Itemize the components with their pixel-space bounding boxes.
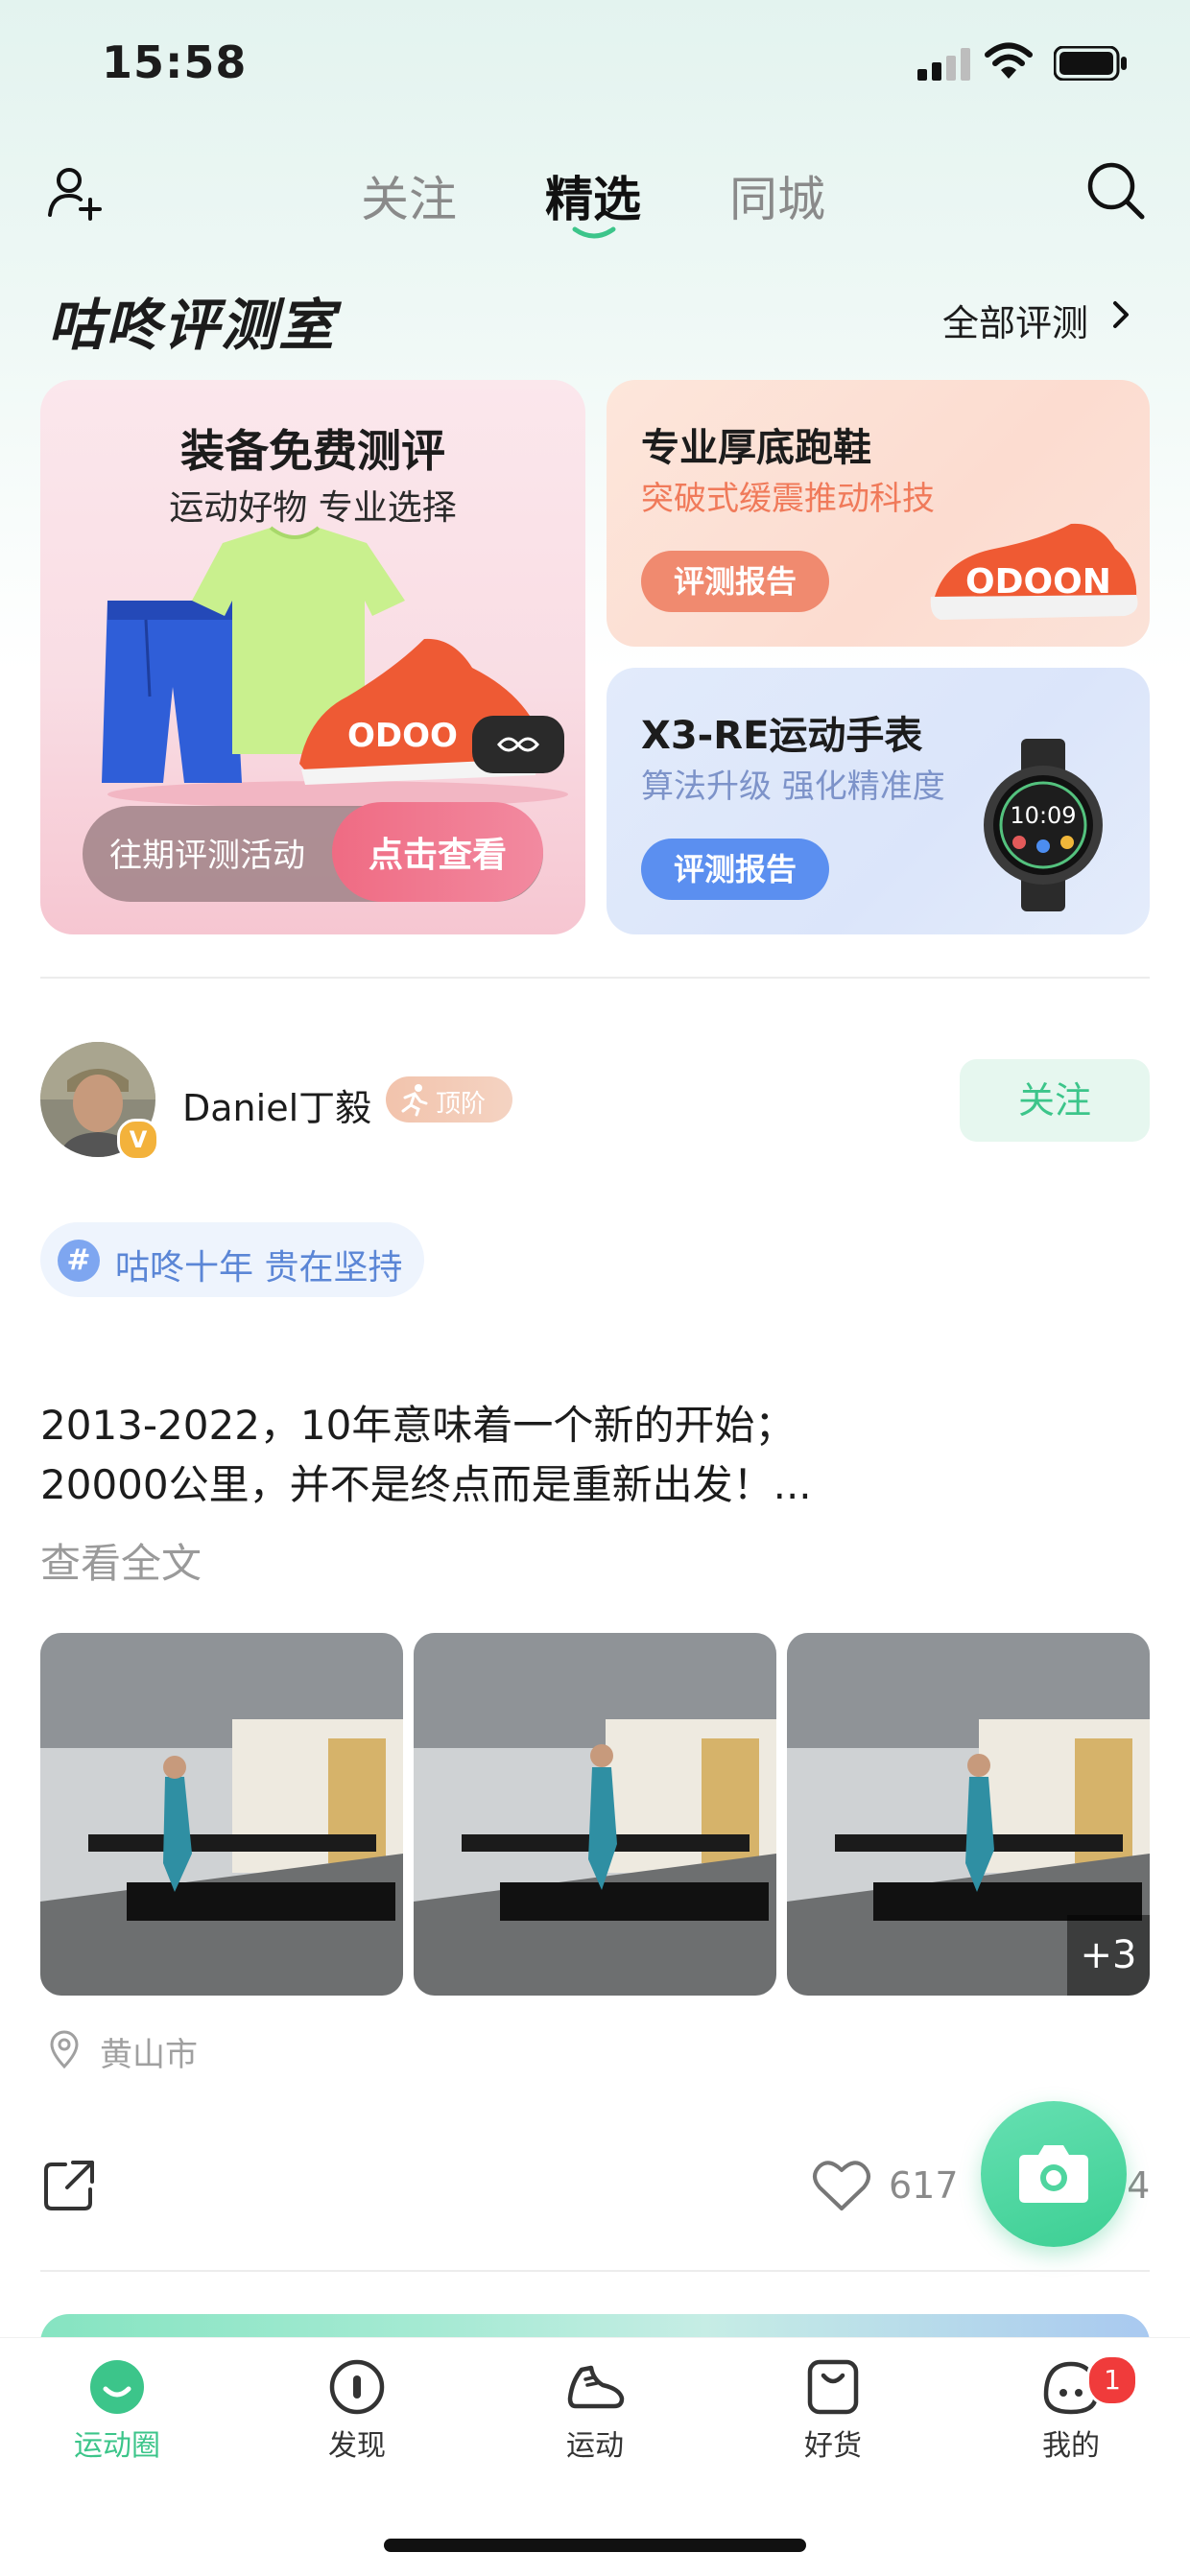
active-tab-indicator xyxy=(572,226,616,239)
view-now-label[interactable]: 点击查看 xyxy=(332,827,543,877)
tab-discover[interactable]: 发现 xyxy=(280,2356,434,2463)
section-divider xyxy=(40,977,1150,979)
card-subtitle: 突破式缓震推动科技 xyxy=(641,480,935,518)
review-report-button[interactable]: 评测报告 xyxy=(641,551,829,612)
like-count: 617 xyxy=(889,2164,959,2207)
topic-label[interactable]: 咕咚十年 贵在坚持 xyxy=(115,1240,402,1289)
camera-fab-button[interactable] xyxy=(981,2101,1127,2247)
tab-goods[interactable]: 好货 xyxy=(756,2356,910,2463)
tab-label: 我的 xyxy=(1042,2429,1100,2463)
svg-text:ODOON: ODOON xyxy=(965,562,1111,602)
sports-watch-review-card[interactable]: X3-RE运动手表 算法升级 强化精准度 评测报告 10:09 xyxy=(607,668,1150,934)
hashtag-icon: # xyxy=(58,1240,100,1282)
top-navigation: 关注 精选 同城 xyxy=(0,144,1190,259)
running-shoe-review-card[interactable]: 专业厚底跑鞋 突破式缓震推动科技 评测报告 ODOON xyxy=(607,380,1150,647)
card-subtitle: 算法升级 强化精准度 xyxy=(641,768,945,806)
tab-label: 发现 xyxy=(328,2429,386,2463)
card-title: X3-RE运动手表 xyxy=(641,714,923,758)
home-indicator[interactable] xyxy=(384,2539,806,2552)
username[interactable]: Daniel丁毅 xyxy=(182,1078,371,1131)
discover-icon xyxy=(329,2359,385,2415)
tab-following[interactable]: 关注 xyxy=(361,161,457,230)
verified-badge: V xyxy=(117,1119,159,1161)
sports-gear-illustration: ODOO xyxy=(102,526,568,808)
location-pin-icon xyxy=(50,2030,79,2068)
wifi-icon xyxy=(985,42,1033,79)
search-icon[interactable] xyxy=(1083,157,1148,223)
battery-icon xyxy=(1054,46,1127,81)
review-report-button[interactable]: 评测报告 xyxy=(641,839,829,900)
tab-featured[interactable]: 精选 xyxy=(545,161,641,230)
running-shoe-image: ODOON xyxy=(930,523,1138,620)
sport-circle-icon xyxy=(90,2360,144,2414)
cellular-signal-icon xyxy=(917,48,970,81)
camera-icon xyxy=(1019,2145,1088,2203)
post-text-line: 20000公里，并不是终点而是重新出发！... xyxy=(40,1461,812,1508)
past-activities-label[interactable]: 往期评测活动 xyxy=(109,829,305,876)
card-title: 装备免费测评 xyxy=(180,425,445,477)
post-divider xyxy=(40,2270,1150,2272)
status-time: 15:58 xyxy=(102,36,248,88)
notification-badge: 1 xyxy=(1086,2354,1138,2406)
svg-text:ODOO: ODOO xyxy=(347,717,458,755)
status-bar: 15:58 xyxy=(0,0,1190,134)
card-title: 专业厚底跑鞋 xyxy=(641,426,871,470)
share-icon[interactable] xyxy=(42,2159,96,2212)
follow-button[interactable]: 关注 xyxy=(960,1059,1150,1142)
tab-sport-circle[interactable]: 运动圈 xyxy=(40,2356,194,2463)
card-subtitle: 运动好物 专业选择 xyxy=(169,488,457,528)
section-title: 咕咚评测室 xyxy=(48,293,337,358)
more-photos-count[interactable]: +3 xyxy=(1067,1915,1150,1996)
level-text: 顶阶 xyxy=(436,1090,487,1119)
tab-label: 运动 xyxy=(566,2429,624,2463)
shopping-bag-icon xyxy=(807,2359,859,2415)
free-review-card[interactable]: 装备免费测评 运动好物 专业选择 ODOO 往期评测活动 点击查看 xyxy=(40,380,585,934)
location-text[interactable]: 黄山市 xyxy=(100,2028,198,2075)
post-photo[interactable] xyxy=(414,1633,776,1996)
chevron-right-icon[interactable] xyxy=(1104,295,1138,334)
tab-sport[interactable]: 运动 xyxy=(518,2356,672,2463)
sports-watch-image: 10:09 xyxy=(984,739,1103,911)
read-more-link[interactable]: 查看全文 xyxy=(40,1531,202,1590)
post-photo[interactable] xyxy=(40,1633,403,1996)
all-reviews-link[interactable]: 全部评测 xyxy=(942,294,1088,346)
shoe-icon xyxy=(567,2365,625,2409)
tab-label: 运动圈 xyxy=(74,2429,160,2463)
watch-face-time: 10:09 xyxy=(1010,802,1076,829)
heart-icon[interactable] xyxy=(812,2159,871,2212)
add-friend-icon[interactable] xyxy=(44,161,106,223)
tab-label: 好货 xyxy=(804,2429,862,2463)
tab-local[interactable]: 同城 xyxy=(729,161,825,230)
post-text-line: 2013-2022，10年意味着一个新的开始； xyxy=(40,1402,796,1449)
runner-icon xyxy=(401,1084,428,1117)
